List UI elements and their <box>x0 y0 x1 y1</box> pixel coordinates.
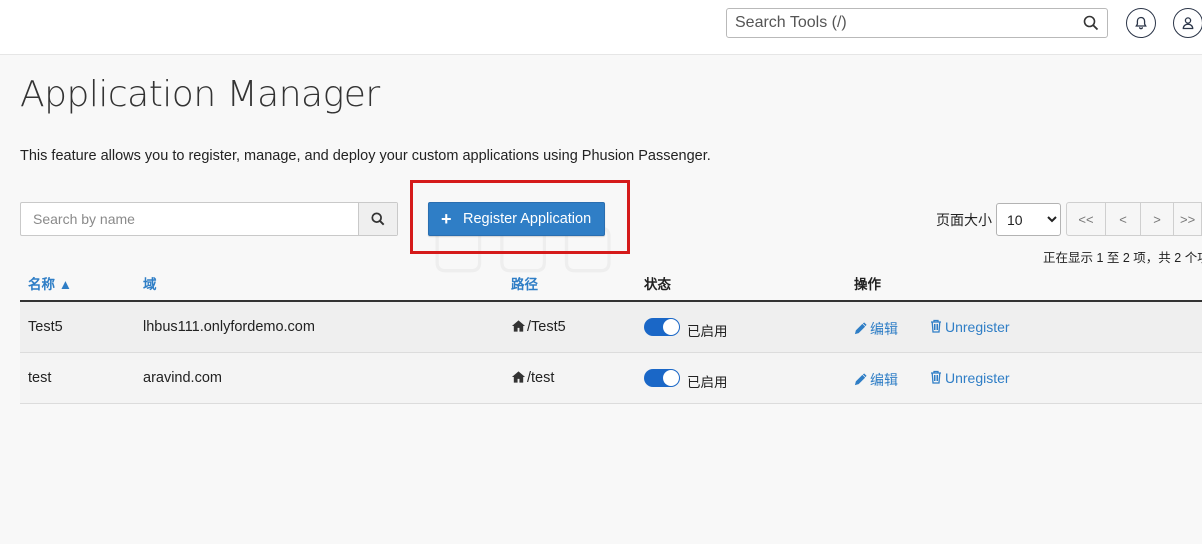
name-search-input[interactable] <box>21 203 375 235</box>
plus-icon: + <box>441 209 452 229</box>
column-header-actions: 操作 <box>854 277 881 292</box>
app-path: /Test5 <box>527 319 566 335</box>
home-icon <box>511 371 526 383</box>
column-header-path[interactable]: 路径 <box>511 273 538 293</box>
pencil-icon <box>854 373 867 386</box>
table-header: 名称 ▲ 域 路径 状态 操作 <box>20 262 1202 302</box>
toggle-knob <box>663 319 679 335</box>
search-icon[interactable] <box>1083 15 1099 31</box>
edit-link[interactable]: 编辑 <box>854 370 898 390</box>
unregister-label: Unregister <box>945 319 1010 335</box>
unregister-label: Unregister <box>945 370 1010 386</box>
register-application-label: Register Application <box>463 211 592 227</box>
name-search-group <box>20 202 398 236</box>
app-name: test <box>28 370 52 386</box>
register-application-button[interactable]: + Register Application <box>428 202 605 236</box>
table-row: Test5 lhbus111.onlyfordemo.com /Test5 已启… <box>20 302 1202 353</box>
unregister-link[interactable]: Unregister <box>930 319 1010 335</box>
edit-link[interactable]: 编辑 <box>854 319 898 339</box>
toggle-knob <box>663 370 679 386</box>
column-header-status: 状态 <box>644 277 671 292</box>
column-header-name[interactable]: 名称 ▲ <box>28 273 72 293</box>
bell-icon <box>1135 16 1147 30</box>
search-tools-field[interactable] <box>726 8 1108 38</box>
page-size-label: 页面大小 <box>936 212 992 228</box>
user-icon <box>1182 17 1194 30</box>
search-icon <box>371 212 385 226</box>
table-row: test aravind.com /test 已启用 编辑 Unregister <box>20 353 1202 404</box>
top-bar <box>0 0 1202 55</box>
first-page-button[interactable]: << <box>1066 202 1106 236</box>
status-text: 已启用 <box>687 375 728 390</box>
home-icon <box>511 320 526 332</box>
next-page-button[interactable]: > <box>1140 202 1174 236</box>
app-domain: lhbus111.onlyfordemo.com <box>143 319 315 335</box>
unregister-link[interactable]: Unregister <box>930 370 1010 386</box>
user-menu-button[interactable] <box>1173 8 1202 38</box>
status-text: 已启用 <box>687 324 728 339</box>
last-page-button[interactable]: >> <box>1173 202 1202 236</box>
app-path: /test <box>527 370 555 386</box>
trash-icon <box>931 370 941 384</box>
app-domain: aravind.com <box>143 370 222 386</box>
status-toggle[interactable] <box>644 369 680 387</box>
applications-table: 名称 ▲ 域 路径 状态 操作 Test5 lhbus111.onlyforde… <box>20 262 1202 404</box>
trash-icon <box>931 319 941 333</box>
search-tools-input[interactable] <box>727 9 1093 37</box>
notifications-button[interactable] <box>1126 8 1156 38</box>
page-size-select[interactable]: 10 <box>996 203 1061 236</box>
page-title: Application Manager <box>20 74 380 115</box>
previous-page-button[interactable]: < <box>1105 202 1141 236</box>
status-toggle[interactable] <box>644 318 680 336</box>
edit-label: 编辑 <box>870 321 898 337</box>
edit-label: 编辑 <box>870 372 898 388</box>
app-name: Test5 <box>28 319 63 335</box>
name-search-button[interactable] <box>358 203 397 235</box>
column-header-domain[interactable]: 域 <box>143 273 157 293</box>
pencil-icon <box>854 322 867 335</box>
page-description: This feature allows you to register, man… <box>20 148 711 164</box>
